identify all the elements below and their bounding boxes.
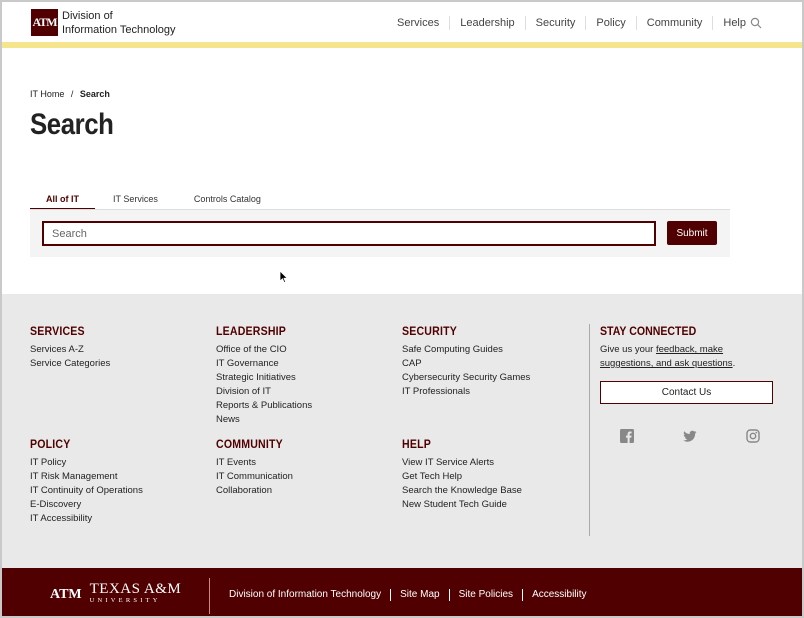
bottom-divider — [209, 578, 210, 614]
footer-security-title: SECURITY — [402, 326, 457, 338]
breadcrumb-separator: / — [70, 89, 74, 99]
footer-link[interactable]: Office of the CIO — [216, 343, 312, 357]
footer-community: COMMUNITY IT Events IT Communication Col… — [216, 438, 293, 498]
footer-community-title: COMMUNITY — [216, 439, 283, 451]
breadcrumb-home[interactable]: IT Home — [30, 89, 64, 99]
search-input[interactable] — [42, 221, 656, 246]
bottom-link-accessibility[interactable]: Accessibility — [523, 589, 595, 601]
footer-link[interactable]: IT Governance — [216, 357, 312, 371]
tamu-wordmark: TEXAS A&M UNIVERSITY — [89, 581, 182, 606]
gold-accent-bar — [2, 42, 802, 48]
footer-link[interactable]: E-Discovery — [30, 498, 143, 512]
twitter-icon[interactable] — [683, 429, 697, 443]
site-footer: SERVICES Services A-Z Service Categories… — [2, 294, 802, 568]
tamu-logo-icon[interactable]: ATM — [31, 9, 58, 36]
footer-help-title: HELP — [402, 439, 431, 451]
footer-divider — [589, 324, 590, 536]
footer-leadership-title: LEADERSHIP — [216, 326, 287, 338]
mouse-cursor-icon — [279, 270, 289, 284]
footer-link[interactable]: IT Events — [216, 456, 293, 470]
footer-services-title: SERVICES — [30, 326, 85, 338]
tamu-mark-icon: ATM — [50, 587, 82, 602]
stay-connected-text: Give us your feedback, make suggestions,… — [600, 343, 775, 371]
footer-link[interactable]: New Student Tech Guide — [402, 498, 522, 512]
nav-community[interactable]: Community — [637, 16, 714, 30]
tamu-university-logo[interactable]: ATM TEXAS A&M UNIVERSITY — [50, 581, 182, 606]
footer-link[interactable]: Reports & Publications — [216, 399, 312, 413]
footer-link[interactable]: Safe Computing Guides — [402, 343, 530, 357]
footer-policy: POLICY IT Policy IT Risk Management IT C… — [30, 438, 143, 526]
bottom-link-site-map[interactable]: Site Map — [391, 589, 450, 601]
site-name-line1: Division of — [62, 10, 113, 22]
footer-link[interactable]: Service Categories — [30, 357, 110, 371]
search-tabs: All of IT IT Services Controls Catalog — [30, 192, 730, 210]
nav-security[interactable]: Security — [526, 16, 587, 30]
footer-link[interactable]: CAP — [402, 357, 530, 371]
footer-link[interactable]: Get Tech Help — [402, 470, 522, 484]
footer-security: SECURITY Safe Computing Guides CAP Cyber… — [402, 325, 530, 399]
nav-leadership[interactable]: Leadership — [450, 16, 526, 30]
site-header: ATM Division of Information Technology S… — [2, 2, 802, 44]
footer-help: HELP View IT Service Alerts Get Tech Hel… — [402, 438, 522, 512]
bottom-bar: ATM TEXAS A&M UNIVERSITY Division of Inf… — [2, 568, 802, 616]
tab-all-of-it[interactable]: All of IT — [30, 192, 95, 210]
footer-link[interactable]: View IT Service Alerts — [402, 456, 522, 470]
footer-link[interactable]: Division of IT — [216, 385, 312, 399]
breadcrumb-current: Search — [79, 89, 110, 99]
stay-connected: STAY CONNECTED Give us your feedback, ma… — [600, 325, 775, 404]
footer-link[interactable]: IT Risk Management — [30, 470, 143, 484]
nav-policy[interactable]: Policy — [586, 16, 637, 30]
social-links — [620, 429, 760, 443]
bottom-links: Division of Information Technology Site … — [220, 589, 596, 601]
stay-connected-title: STAY CONNECTED — [600, 326, 697, 338]
stay-text-after: . — [732, 358, 736, 369]
footer-link[interactable]: IT Continuity of Operations — [30, 484, 143, 498]
instagram-icon[interactable] — [746, 429, 760, 443]
site-name[interactable]: Division of Information Technology — [62, 9, 176, 37]
page-title: Search — [30, 108, 114, 141]
stay-text-before: Give us your — [600, 344, 656, 355]
nav-services[interactable]: Services — [387, 16, 451, 30]
tab-controls-catalog[interactable]: Controls Catalog — [176, 192, 279, 210]
breadcrumb: IT Home / Search — [30, 89, 110, 99]
search-panel: Submit — [30, 209, 730, 257]
footer-link[interactable]: IT Policy — [30, 456, 143, 470]
search-icon[interactable] — [750, 16, 764, 30]
footer-link[interactable]: Strategic Initiatives — [216, 371, 312, 385]
bottom-link-site-policies[interactable]: Site Policies — [450, 589, 524, 601]
bottom-link-dit[interactable]: Division of Information Technology — [220, 589, 392, 601]
footer-link[interactable]: IT Communication — [216, 470, 293, 484]
browser-frame: ATM Division of Information Technology S… — [0, 0, 804, 618]
main-nav: Services Leadership Security Policy Comm… — [387, 16, 756, 30]
footer-services: SERVICES Services A-Z Service Categories — [30, 325, 110, 371]
site-name-line2: Information Technology — [62, 24, 176, 36]
footer-link[interactable]: IT Professionals — [402, 385, 530, 399]
footer-link[interactable]: News — [216, 413, 312, 427]
footer-link[interactable]: IT Accessibility — [30, 512, 143, 526]
footer-link[interactable]: Search the Knowledge Base — [402, 484, 522, 498]
footer-link[interactable]: Cybersecurity Security Games — [402, 371, 530, 385]
footer-leadership: LEADERSHIP Office of the CIO IT Governan… — [216, 325, 312, 427]
submit-button[interactable]: Submit — [667, 221, 717, 245]
footer-link[interactable]: Services A-Z — [30, 343, 110, 357]
tab-it-services[interactable]: IT Services — [95, 192, 176, 210]
facebook-icon[interactable] — [620, 429, 634, 443]
footer-policy-title: POLICY — [30, 439, 71, 451]
tamu-wordmark-line1: TEXAS A&M — [89, 581, 182, 597]
footer-link[interactable]: Collaboration — [216, 484, 293, 498]
contact-us-button[interactable]: Contact Us — [600, 381, 773, 404]
